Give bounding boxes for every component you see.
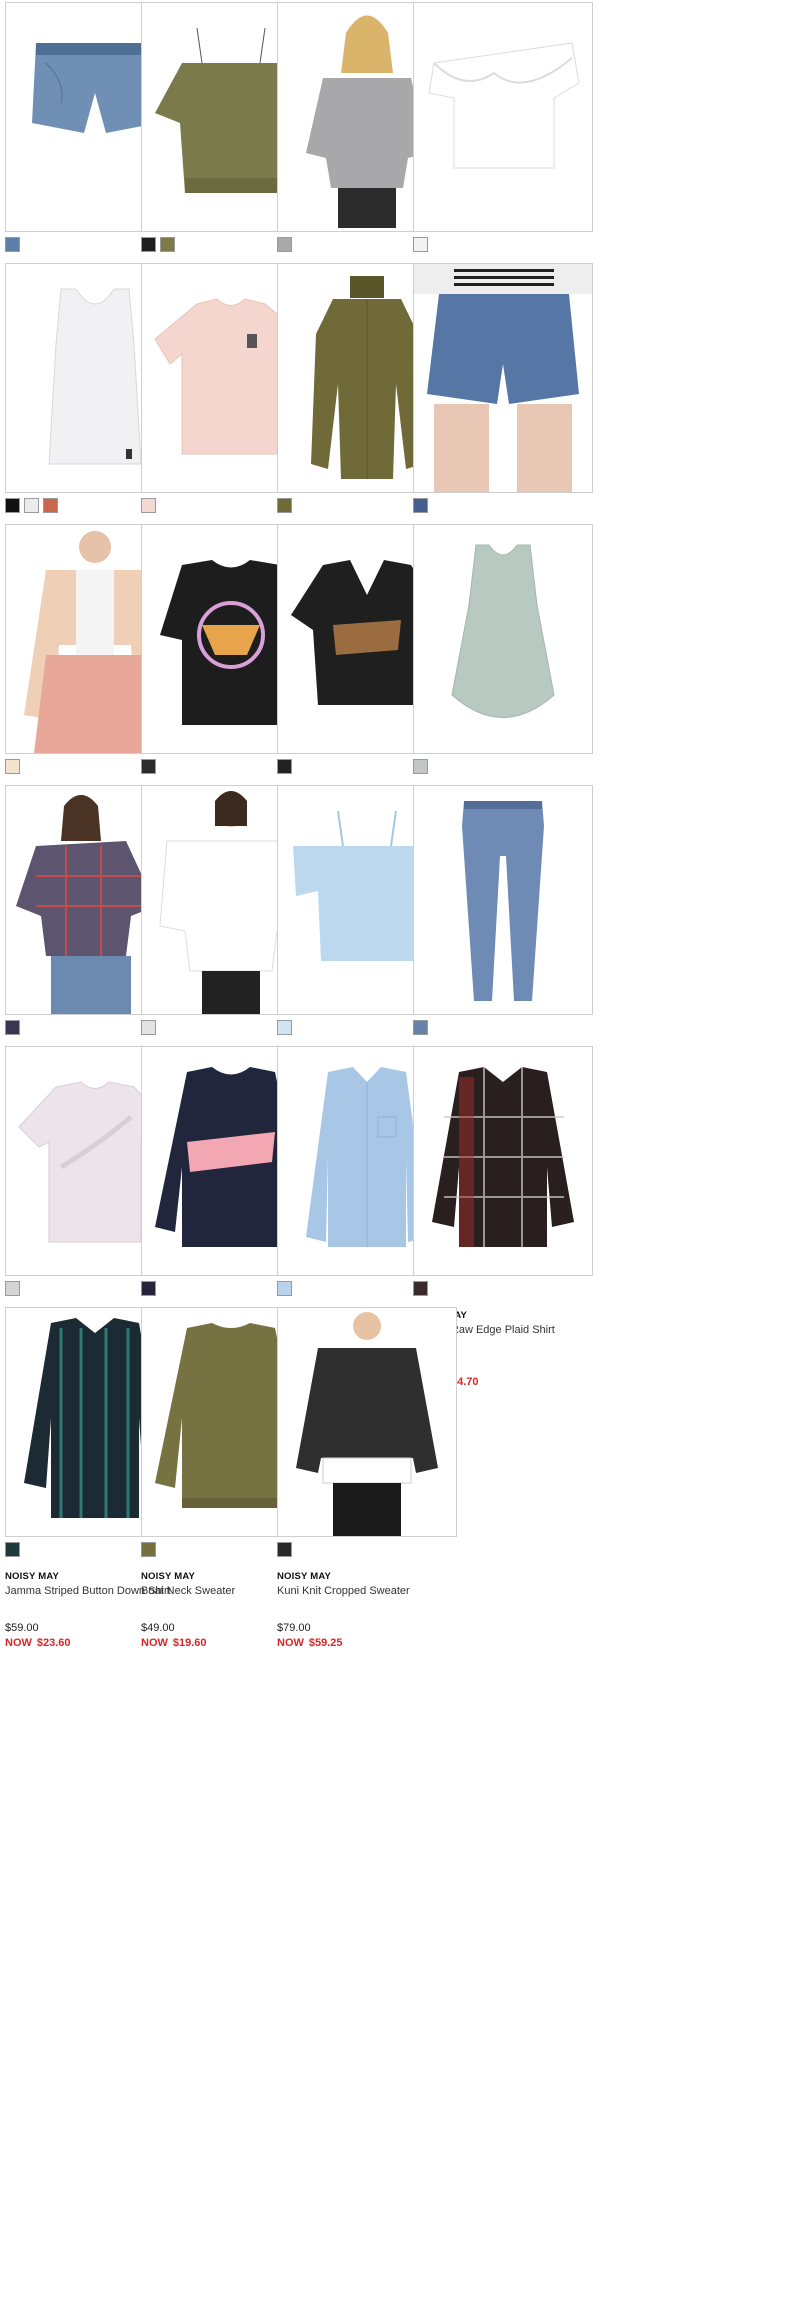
color-swatches (141, 1281, 156, 1299)
color-swatch[interactable] (5, 1281, 20, 1296)
color-swatches (277, 1542, 292, 1560)
color-swatches (5, 1281, 20, 1299)
product-image[interactable] (413, 1046, 593, 1276)
color-swatches (5, 237, 20, 255)
color-swatch[interactable] (43, 498, 58, 513)
color-swatches (141, 498, 156, 516)
color-swatches (277, 237, 292, 255)
color-swatch[interactable] (141, 1281, 156, 1296)
color-swatch[interactable] (277, 1281, 292, 1296)
color-swatch[interactable] (413, 237, 428, 252)
color-swatches (277, 498, 292, 516)
color-swatch[interactable] (141, 1020, 156, 1035)
color-swatch[interactable] (24, 498, 39, 513)
product-image[interactable] (413, 2, 593, 232)
product-image[interactable] (413, 785, 593, 1015)
color-swatch[interactable] (277, 498, 292, 513)
product-image[interactable] (277, 1307, 457, 1537)
color-swatches (413, 1281, 428, 1299)
color-swatches (141, 1542, 156, 1560)
color-swatch[interactable] (5, 498, 20, 513)
product-name-link[interactable]: Kuni Knit Cropped Sweater (277, 1585, 457, 1598)
color-swatch[interactable] (141, 759, 156, 774)
color-swatch[interactable] (160, 237, 175, 252)
color-swatches (277, 759, 292, 777)
color-swatches (5, 1542, 20, 1560)
color-swatch[interactable] (141, 1542, 156, 1557)
sale-price: NOW $59.25 (277, 1637, 343, 1649)
color-swatch[interactable] (277, 759, 292, 774)
product-brand: NOISY MAY (141, 1571, 196, 1582)
color-swatch[interactable] (413, 1281, 428, 1296)
color-swatches (141, 1020, 156, 1038)
color-swatches (413, 1020, 428, 1038)
color-swatches (141, 237, 175, 255)
color-swatch[interactable] (5, 237, 20, 252)
sale-prefix: NOW (277, 1637, 304, 1649)
sale-amount: $59.25 (308, 1637, 343, 1649)
sale-amount: $19.60 (172, 1637, 207, 1649)
color-swatch[interactable] (277, 1542, 292, 1557)
color-swatch[interactable] (277, 1020, 292, 1035)
original-price: $59.00 (5, 1622, 39, 1634)
color-swatches (413, 759, 428, 777)
sale-prefix: NOW (141, 1637, 168, 1649)
product-brand: NOISY MAY (277, 1571, 332, 1582)
original-price: $49.00 (141, 1622, 175, 1634)
color-swatch[interactable] (413, 1020, 428, 1035)
product-brand: NOISY MAY (5, 1571, 60, 1582)
color-swatches (141, 759, 156, 777)
color-swatches (413, 237, 428, 255)
color-swatch[interactable] (5, 759, 20, 774)
color-swatch[interactable] (277, 237, 292, 252)
sale-amount: $23.60 (36, 1637, 71, 1649)
color-swatches (277, 1020, 292, 1038)
sale-prefix: NOW (5, 1637, 32, 1649)
color-swatch[interactable] (5, 1542, 20, 1557)
sale-price: NOW $23.60 (5, 1637, 71, 1649)
color-swatch[interactable] (413, 498, 428, 513)
product-image[interactable] (413, 524, 593, 754)
color-swatches (277, 1281, 292, 1299)
color-swatches (413, 498, 428, 516)
sale-price: NOW $19.60 (141, 1637, 207, 1649)
original-price: $79.00 (277, 1622, 311, 1634)
color-swatch[interactable] (413, 759, 428, 774)
color-swatches (5, 1020, 20, 1038)
color-swatch[interactable] (5, 1020, 20, 1035)
product-image[interactable] (413, 263, 593, 493)
color-swatches (5, 498, 58, 516)
color-swatches (5, 759, 20, 777)
color-swatch[interactable] (141, 498, 156, 513)
color-swatch[interactable] (141, 237, 156, 252)
